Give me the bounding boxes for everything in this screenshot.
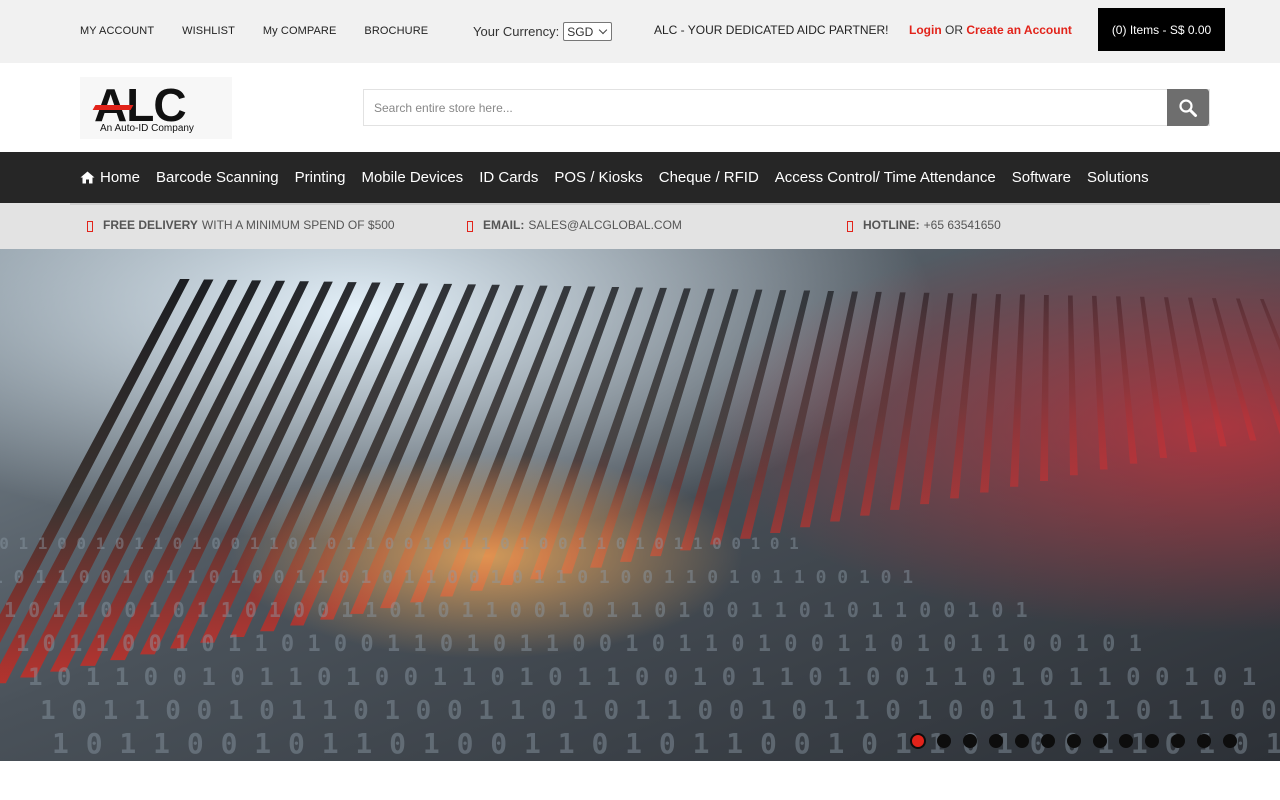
slider-dot[interactable] — [1067, 734, 1081, 748]
slider-dots — [911, 734, 1249, 748]
nav-item-label: Printing — [294, 169, 346, 186]
slider-dot[interactable] — [963, 734, 977, 748]
phone-icon — [847, 221, 853, 232]
or-text: OR — [941, 23, 967, 37]
email-text[interactable]: SALES@ALCGLOBAL.COM — [528, 218, 682, 232]
nav-item-mobile-devices[interactable]: Mobile Devices — [361, 169, 463, 186]
top-links: MY ACCOUNT WISHLIST My COMPARE BROCHURE — [80, 25, 456, 37]
slider-dot[interactable] — [1223, 734, 1237, 748]
nav-item-pos-kiosks[interactable]: POS / Kiosks — [554, 169, 642, 186]
delivery-text: WITH A MINIMUM SPEND OF $500 — [201, 218, 395, 232]
main-nav: Home Barcode Scanning Printing Mobile De… — [0, 152, 1280, 203]
hotline-info: HOTLINE: +65 63541650 — [847, 218, 1001, 232]
logo-swoosh — [92, 105, 134, 110]
auth-links: Login OR Create an Account — [909, 23, 1072, 37]
slider-dot[interactable] — [1041, 734, 1055, 748]
slider-dot[interactable] — [1145, 734, 1159, 748]
top-bar: MY ACCOUNT WISHLIST My COMPARE BROCHURE … — [0, 0, 1280, 63]
nav-item-software[interactable]: Software — [1012, 169, 1071, 186]
nav-item-id-cards[interactable]: ID Cards — [479, 169, 538, 186]
nav-item-label: Home — [100, 169, 141, 186]
nav-item-printing[interactable]: Printing — [295, 169, 346, 186]
binary-texture: 1 0 1 1 0 0 1 0 1 1 0 1 0 0 1 1 0 1 0 1 … — [16, 632, 1142, 657]
delivery-icon — [87, 221, 93, 232]
nav-item-cheque-rfid[interactable]: Cheque / RFID — [659, 169, 759, 186]
hero-image: 1 0 1 1 0 0 1 0 1 1 0 1 0 0 1 1 0 1 0 1 … — [0, 249, 1280, 761]
home-icon — [80, 171, 95, 184]
slider-dot[interactable] — [937, 734, 951, 748]
nav-item-label: Cheque / RFID — [658, 169, 759, 186]
binary-texture: 1 0 1 1 0 0 1 0 1 1 0 1 0 0 1 1 0 1 0 1 … — [0, 534, 799, 553]
delivery-info: FREE DELIVERY WITH A MINIMUM SPEND OF $5… — [87, 218, 395, 232]
search-button[interactable] — [1167, 89, 1209, 126]
hotline-bold: HOTLINE: — [863, 218, 920, 232]
slider-dot[interactable] — [1015, 734, 1029, 748]
slider-dot[interactable] — [1093, 734, 1107, 748]
email-bold: EMAIL: — [483, 218, 525, 232]
slider-dot[interactable] — [989, 734, 1003, 748]
nav-item-label: POS / Kiosks — [554, 169, 643, 186]
nav-item-home[interactable]: Home — [80, 169, 140, 186]
nav-item-label: Access Control/ Time Attendance — [774, 169, 996, 186]
binary-texture: 1 0 1 1 0 0 1 0 1 1 0 1 0 0 1 1 0 1 0 1 … — [28, 663, 1256, 691]
nav-item-label: Barcode Scanning — [156, 169, 279, 186]
currency-label: Your Currency: — [473, 24, 560, 39]
slider-dot[interactable] — [1119, 734, 1133, 748]
nav-item-label: ID Cards — [479, 169, 539, 186]
currency-select[interactable]: SGD — [563, 22, 613, 41]
cart-label: (0) Items - S$ 0.00 — [1111, 22, 1212, 37]
search-bar — [363, 89, 1210, 126]
search-icon — [1179, 98, 1197, 117]
create-account-link[interactable]: Create an Account — [966, 23, 1072, 37]
chevron-down-icon — [598, 25, 608, 35]
email-icon — [467, 221, 473, 232]
nav-item-solutions[interactable]: Solutions — [1087, 169, 1149, 186]
divider — [70, 203, 1210, 205]
nav-item-barcode-scanning[interactable]: Barcode Scanning — [156, 169, 279, 186]
header: ALC An Auto-ID Company — [0, 63, 1280, 152]
cart-button[interactable]: (0) Items - S$ 0.00 — [1098, 8, 1225, 51]
email-info: EMAIL: SALES@ALCGLOBAL.COM — [467, 218, 682, 232]
brochure-link[interactable]: BROCHURE — [364, 25, 428, 37]
nav-item-access-control[interactable]: Access Control/ Time Attendance — [775, 169, 996, 186]
search-input[interactable] — [364, 90, 1169, 125]
binary-texture: 1 0 1 1 0 0 1 0 1 1 0 1 0 0 1 1 0 1 0 1 … — [40, 696, 1280, 726]
my-account-link[interactable]: MY ACCOUNT — [80, 25, 154, 37]
nav-item-label: Software — [1011, 169, 1071, 186]
slider-dot[interactable] — [1197, 734, 1211, 748]
binary-texture: 1 0 1 1 0 0 1 0 1 1 0 1 0 0 1 1 0 1 0 1 … — [0, 567, 913, 588]
logo[interactable]: ALC An Auto-ID Company — [80, 77, 232, 139]
slider-dot[interactable] — [1171, 734, 1185, 748]
slider-dot[interactable] — [912, 735, 924, 747]
tagline: ALC - YOUR DEDICATED AIDC PARTNER! — [654, 23, 889, 37]
login-link[interactable]: Login — [909, 23, 942, 37]
delivery-bold: FREE DELIVERY — [103, 218, 198, 232]
my-compare-link[interactable]: My COMPARE — [263, 25, 337, 37]
info-strip: FREE DELIVERY WITH A MINIMUM SPEND OF $5… — [0, 203, 1280, 249]
nav-item-label: Mobile Devices — [361, 169, 464, 186]
logo-subtitle: An Auto-ID Company — [100, 123, 194, 134]
hero-slider[interactable]: 1 0 1 1 0 0 1 0 1 1 0 1 0 0 1 1 0 1 0 1 … — [0, 249, 1280, 761]
hotline-text: +65 63541650 — [923, 218, 1001, 232]
binary-texture: 1 0 1 1 0 0 1 0 1 1 0 1 0 0 1 1 0 1 0 1 … — [4, 598, 1028, 622]
currency-value: SGD — [567, 24, 594, 39]
wishlist-link[interactable]: WISHLIST — [182, 25, 235, 37]
currency-switcher: Your Currency: SGD — [473, 22, 613, 41]
nav-item-label: Solutions — [1086, 169, 1149, 186]
